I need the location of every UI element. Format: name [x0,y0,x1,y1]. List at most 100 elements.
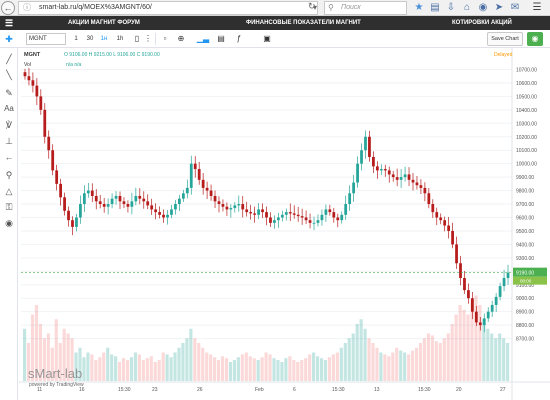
reading-list-icon[interactable]: ▤ [428,0,442,16]
symbol-input[interactable]: MGNT [26,33,66,45]
volume-bar [145,358,149,381]
hamburger-icon[interactable]: ☰ [5,16,13,30]
volume-bar [371,343,375,381]
interval-1h[interactable]: 1h [114,33,126,45]
volume-bar [312,352,316,381]
zoom-icon[interactable]: ⚲ [0,168,18,182]
search-input[interactable]: ⚲ Поиск [324,1,407,15]
send-icon[interactable]: ➤ [492,0,506,16]
candle-body [387,170,391,175]
volume-bar [121,358,126,381]
candle-body [150,205,154,210]
back-button[interactable]: ← [1,1,15,15]
crosshair-toggle-icon[interactable]: ✚ [2,33,16,45]
chat-icon[interactable]: ✉ [508,0,522,16]
download-icon[interactable]: ⇩ [444,0,458,16]
pattern-icon[interactable]: ℣ [0,118,18,132]
volume-bar [94,360,98,381]
candle-body [300,216,304,218]
candle-body [174,204,177,210]
volume-bar [197,343,201,381]
candle-body [447,225,451,231]
nav-link-financials[interactable]: ФИНАНСОВЫЕ ПОКАЗАТЕЛИ МАГНИТ [246,16,361,30]
candle-body [502,278,506,287]
candle-body [451,230,454,245]
volume-bar [422,338,427,381]
volume-bar [490,333,494,381]
candle-body [118,195,122,202]
y-tick-label: 9300.00 [516,256,534,262]
volume-bar [185,338,189,381]
candle-body [490,304,494,312]
price-chart[interactable]: 10700.00 10600.00 10500.00 10400.00 10300.00… [19,48,550,400]
menu-icon[interactable]: ☰ [530,0,544,16]
reload-button[interactable]: ↻ [308,1,316,12]
measure-icon[interactable]: △ [0,184,18,198]
compare-icon[interactable]: ⊕ [174,33,188,45]
home-icon[interactable]: ⌂ [460,0,474,16]
nav-link-forum[interactable]: АКЦИИ МАГНИТ ФОРУМ [68,16,140,30]
templates-icon[interactable]: ▤ [214,33,228,45]
candle-body [459,263,462,279]
arrow-back-icon[interactable]: ← [0,150,18,164]
pocket-icon[interactable]: ◉ [476,0,490,16]
bars-style-icon[interactable]: ▯ [130,33,144,45]
candle-body [90,190,94,196]
y-tick-label: 9500.00 [516,229,534,235]
volume-bar [304,358,308,381]
volume-bar [502,338,506,381]
interval-1h-active[interactable]: 1н [98,33,110,45]
more-icon[interactable]: ⋮ [144,33,152,45]
volume-bar [153,362,157,381]
candles-icon[interactable]: ▫ [158,33,172,45]
volume-bar [248,356,252,381]
candle-body [126,204,130,207]
star-icon[interactable]: ★ [412,0,426,16]
visibility-icon[interactable]: ◉ [0,216,18,230]
volume-bar [244,352,248,381]
volume-bar [339,347,343,381]
volume-bar [232,360,237,381]
volume-bar [478,305,482,381]
chart-panel[interactable]: 10700.00 10600.00 10500.00 10400.00 10300.00… [19,48,550,400]
lock-drawings-icon[interactable]: ⚿ [0,200,18,214]
fib-icon[interactable]: ╲ [0,68,18,82]
y-tick-label: 10100.00 [516,148,537,154]
candle-body [423,187,427,194]
candle-body [498,286,502,297]
candle-body [31,80,35,86]
projection-icon[interactable]: ⊥ [0,134,18,148]
candle-body [340,214,344,221]
candle-body [372,156,375,167]
text-icon[interactable]: Aa [0,102,18,116]
interval-30[interactable]: 30 [84,33,96,45]
volume-bar [367,338,371,381]
last-price-sub-label: 00:00 [520,279,532,284]
candle-body [375,166,379,171]
brush-icon[interactable]: ✎ [0,86,18,100]
camera-icon[interactable]: ◉ [527,32,543,46]
volume-bar [315,356,320,381]
address-bar[interactable]: ⓘ smart-lab.ru/q/MOEX%3AMGNT/60/ ▾ [18,1,318,15]
volume-bar [228,362,233,381]
chart-toolbar: ✚ MGNT 1 30 1н 1h ▯ ⋮ ▫ ⊕ ▁▃ ▤ ƒ ▣ Save … [0,30,550,48]
volume-bar [292,360,296,381]
interval-1[interactable]: 1 [70,33,82,45]
volume-bar [442,338,446,381]
save-chart-button[interactable]: Save Chart [487,32,523,46]
volume-bar [280,362,284,381]
trend-line-icon[interactable]: ╱ [0,52,18,66]
brand-watermark: sMart-lab [28,366,83,381]
volume-bar [446,333,450,381]
candle-body [368,136,371,157]
indicators-icon[interactable]: ▁▃ [196,33,210,45]
study-icon[interactable]: ƒ [232,33,246,45]
volume-bar [236,357,240,381]
candle-body [185,187,189,194]
volume-bar [454,314,458,381]
candle-body [166,214,169,218]
nav-link-quotes[interactable]: КОТИРОВКИ АКЦИЙ [452,16,512,30]
alert-icon[interactable]: ▣ [260,33,274,45]
toolbar-separator [155,33,156,45]
volume-bar [288,356,292,381]
